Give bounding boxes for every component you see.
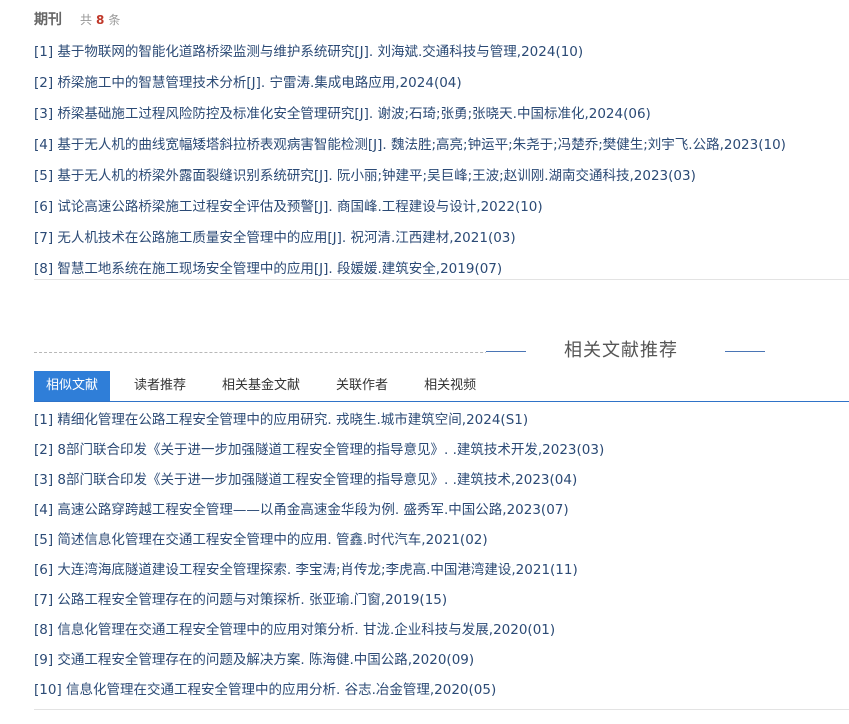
journal-reference-item[interactable]: [6] 试论高速公路桥梁施工过程安全评估及预警[J]. 商国峰.工程建设与设计,…	[34, 192, 849, 223]
tab-similar-literature[interactable]: 相似文献	[34, 371, 111, 401]
journal-reference-list: [1] 基于物联网的智能化道路桥梁监测与维护系统研究[J]. 刘海斌.交通科技与…	[34, 37, 849, 285]
recommend-section-title: 相关文献推荐	[564, 340, 678, 361]
journal-reference-item[interactable]: [7] 无人机技术在公路施工质量安全管理中的应用[J]. 祝河清.江西建材,20…	[34, 223, 849, 254]
related-reference-item[interactable]: [1] 精细化管理在公路工程安全管理中的应用研究. 戎晓生.城市建筑空间,202…	[34, 405, 849, 435]
journal-count: 共8条	[80, 11, 120, 28]
tab-related-videos[interactable]: 相关视频	[412, 371, 488, 401]
divider	[34, 709, 849, 710]
journal-reference-item[interactable]: [1] 基于物联网的智能化道路桥梁监测与维护系统研究[J]. 刘海斌.交通科技与…	[34, 37, 849, 68]
title-line-right	[725, 351, 765, 352]
journal-reference-item[interactable]: [5] 基于无人机的桥梁外露面裂缝识别系统研究[J]. 阮小丽;钟建平;吴巨峰;…	[34, 161, 849, 192]
recommend-section-header: 相关文献推荐	[486, 336, 849, 366]
title-line-left	[486, 351, 526, 352]
journal-section-header: 期刊 共8条	[34, 8, 120, 30]
journal-reference-item[interactable]: [4] 基于无人机的曲线宽幅矮塔斜拉桥表观病害智能检测[J]. 魏法胜;高亮;钟…	[34, 130, 849, 161]
tab-reader-recommend[interactable]: 读者推荐	[122, 371, 198, 401]
journal-reference-item[interactable]: [8] 智慧工地系统在施工现场安全管理中的应用[J]. 段媛媛.建筑安全,201…	[34, 254, 849, 285]
related-reference-item[interactable]: [2] 8部门联合印发《关于进一步加强隧道工程安全管理的指导意见》. .建筑技术…	[34, 435, 849, 465]
count-suffix: 条	[108, 12, 121, 27]
journal-section-title: 期刊	[34, 12, 62, 28]
related-reference-item[interactable]: [6] 大连湾海底隧道建设工程安全管理探索. 李宝涛;肖传龙;李虎高.中国港湾建…	[34, 555, 849, 585]
divider	[34, 279, 849, 280]
count-number: 8	[96, 12, 105, 27]
related-reference-item[interactable]: [5] 简述信息化管理在交通工程安全管理中的应用. 管鑫.时代汽车,2021(0…	[34, 525, 849, 555]
related-reference-item[interactable]: [3] 8部门联合印发《关于进一步加强隧道工程安全管理的指导意见》. .建筑技术…	[34, 465, 849, 495]
related-reference-list: [1] 精细化管理在公路工程安全管理中的应用研究. 戎晓生.城市建筑空间,202…	[34, 405, 849, 705]
tab-related-fund-literature[interactable]: 相关基金文献	[210, 371, 312, 401]
related-reference-item[interactable]: [7] 公路工程安全管理存在的问题与对策探析. 张亚瑜.门窗,2019(15)	[34, 585, 849, 615]
related-reference-item[interactable]: [8] 信息化管理在交通工程安全管理中的应用对策分析. 甘泷.企业科技与发展,2…	[34, 615, 849, 645]
related-reference-item[interactable]: [9] 交通工程安全管理存在的问题及解决方案. 陈海健.中国公路,2020(09…	[34, 645, 849, 675]
journal-reference-item[interactable]: [3] 桥梁基础施工过程风险防控及标准化安全管理研究[J]. 谢波;石琦;张勇;…	[34, 99, 849, 130]
recommend-tabs: 相似文献 读者推荐 相关基金文献 关联作者 相关视频	[34, 371, 849, 402]
related-reference-item[interactable]: [4] 高速公路穿跨越工程安全管理——以甬金高速金华段为例. 盛秀军.中国公路,…	[34, 495, 849, 525]
journal-reference-item[interactable]: [2] 桥梁施工中的智慧管理技术分析[J]. 宁雷涛.集成电路应用,2024(0…	[34, 68, 849, 99]
related-reference-item[interactable]: [10] 信息化管理在交通工程安全管理中的应用分析. 谷志.冶金管理,2020(…	[34, 675, 849, 705]
tab-related-authors[interactable]: 关联作者	[324, 371, 400, 401]
count-prefix: 共	[80, 12, 93, 27]
